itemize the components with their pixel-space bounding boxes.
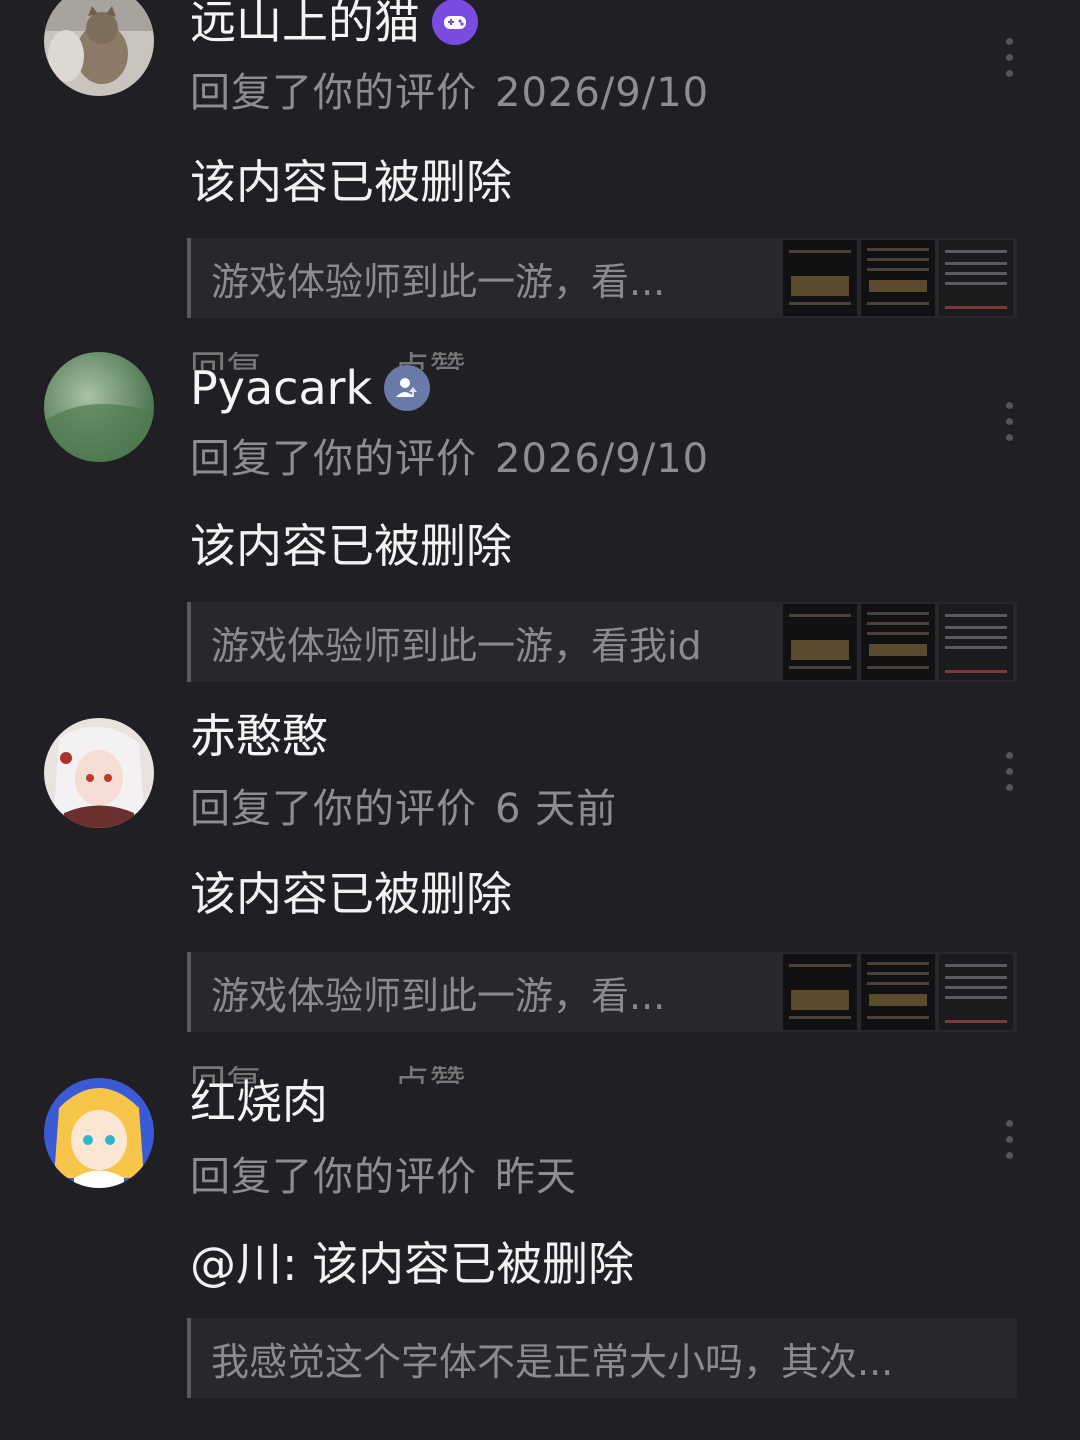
reply-meta: 回复了你的评价 昨天 (190, 1144, 577, 1202)
cat-avatar-image (44, 0, 154, 96)
comment-item[interactable]: 远山上的猫 回复了你的评价 2026/9/10 该内容已被删除 游戏体验师到此一游… (0, 0, 1080, 330)
user-up-icon (384, 365, 431, 411)
more-dots-icon[interactable] (1006, 402, 1014, 441)
avatar[interactable] (44, 352, 154, 462)
thumbnail-image (783, 954, 857, 1030)
quote-thumbnails (783, 604, 1013, 680)
avatar[interactable] (44, 718, 154, 828)
thumbnail-image (861, 954, 935, 1030)
quote-text: 游戏体验师到此一游，看... (211, 259, 666, 304)
username[interactable]: 远山上的猫 (190, 0, 420, 50)
quoted-review[interactable]: 游戏体验师到此一游，看我id (187, 602, 1017, 682)
quoted-review[interactable]: 游戏体验师到此一游，看... (187, 238, 1017, 318)
comment-content: @川: 该内容已被删除 (190, 1237, 635, 1291)
thumbnail-image (861, 604, 935, 680)
thumbnail-image (939, 954, 1013, 1030)
quote-thumbnails (783, 240, 1013, 316)
timestamp: 昨天 (495, 1154, 577, 1200)
quote-thumbnails (783, 954, 1013, 1030)
quoted-review[interactable]: 我感觉这个字体不是正常大小吗，其次... (187, 1318, 1017, 1398)
thumbnail-image (783, 604, 857, 680)
reply-meta: 回复了你的评价 2026/9/10 (190, 426, 709, 484)
anime-avatar-image (44, 718, 154, 828)
quote-text: 我感觉这个字体不是正常大小吗，其次... (211, 1339, 894, 1384)
more-dots-icon[interactable] (1006, 38, 1014, 77)
more-dots-icon[interactable] (1006, 1120, 1014, 1159)
comment-content: 该内容已被删除 (190, 519, 512, 573)
meta-label: 回复了你的评价 (190, 70, 477, 116)
gamepad-icon (432, 0, 478, 45)
comment-item[interactable]: 赤憨憨 回复了你的评价 6 天前 该内容已被删除 游戏体验师到此一游，看... (0, 709, 1080, 1050)
chibi-avatar-image (44, 1078, 154, 1188)
timestamp: 6 天前 (495, 786, 618, 832)
avatar[interactable] (44, 0, 154, 96)
quoted-review[interactable]: 游戏体验师到此一游，看... (187, 952, 1017, 1032)
timestamp: 2026/9/10 (495, 70, 710, 116)
more-dots-icon[interactable] (1006, 752, 1014, 791)
username[interactable]: 红烧肉 (190, 1074, 328, 1130)
meta-label: 回复了你的评价 (190, 436, 477, 482)
comment-item[interactable]: 红烧肉 回复了你的评价 昨天 @川: 该内容已被删除 我感觉这个字体不是正常大小吗… (0, 1075, 1080, 1440)
meta-label: 回复了你的评价 (190, 786, 477, 832)
quote-text: 游戏体验师到此一游，看... (211, 973, 666, 1018)
quote-text: 游戏体验师到此一游，看我id (211, 623, 702, 668)
meta-label: 回复了你的评价 (190, 1154, 477, 1200)
thumbnail-image (861, 240, 935, 316)
thumbnail-image (939, 240, 1013, 316)
landscape-avatar-image (44, 352, 154, 462)
username[interactable]: Pyacark (190, 360, 372, 416)
reply-meta: 回复了你的评价 2026/9/10 (190, 60, 709, 118)
timestamp: 2026/9/10 (495, 436, 710, 482)
comment-item[interactable]: Pyacark 回复了你的评价 2026/9/10 该内容已被删除 游戏体验师到此… (0, 352, 1080, 690)
comment-content: 该内容已被删除 (190, 155, 512, 209)
username[interactable]: 赤憨憨 (190, 708, 328, 764)
avatar[interactable] (44, 1078, 154, 1188)
reply-meta: 回复了你的评价 6 天前 (190, 776, 617, 834)
notification-feed: 远山上的猫 回复了你的评价 2026/9/10 该内容已被删除 游戏体验师到此一游… (0, 0, 1080, 1440)
thumbnail-image (783, 240, 857, 316)
comment-content: 该内容已被删除 (190, 867, 512, 921)
thumbnail-image (939, 604, 1013, 680)
